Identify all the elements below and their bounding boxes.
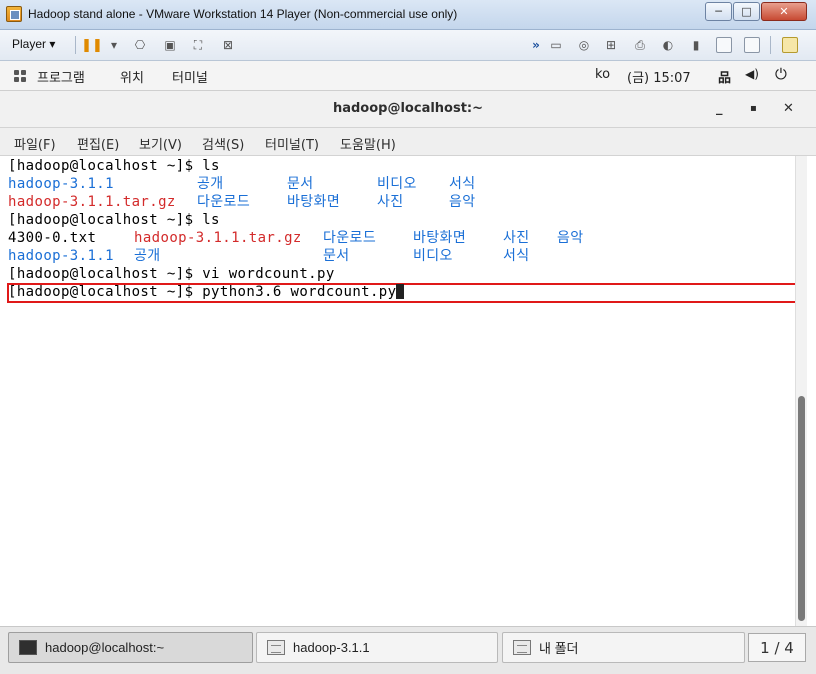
ls-output-entry: 공개 [197,176,224,192]
ls-output-entry: 4300-0.txt [8,230,97,246]
vmware-app-icon [6,6,22,22]
terminal-prompt-line: [hadoop@localhost ~]$ ls [8,157,220,175]
command-text: [hadoop@localhost ~]$ python3.6 wordcoun… [8,284,397,300]
ls-output-entry: 바탕화면 [287,194,341,210]
applications-icon [14,70,27,83]
terminal-app-menu[interactable]: 터미널 [172,67,208,86]
snapshot-icon[interactable]: ▣ [162,37,178,53]
terminal-prompt-line: [hadoop@localhost ~]$ ls [8,211,220,229]
terminal-maximize-button[interactable]: ▪ [750,103,757,114]
player-menu-button[interactable]: Player ▾ [12,37,55,51]
window-title: Hadoop stand alone - VMware Workstation … [28,7,458,21]
taskbar-item-label: hadoop-3.1.1 [293,640,370,655]
power-icon[interactable]: ⏻ [775,65,787,83]
taskbar-item-folder-hadoop[interactable]: hadoop-3.1.1 [256,632,498,663]
ls-output-entry: 서식 [449,176,476,192]
display-icon-2[interactable] [744,37,760,53]
maximize-button[interactable]: □ [733,2,760,21]
printer-icon[interactable]: ⎙ [632,37,648,53]
notes-icon[interactable] [782,37,798,53]
command-text: [hadoop@localhost ~]$ vi wordcount.py [8,266,335,282]
pause-icon[interactable]: ❚❚ [81,37,103,53]
ls-output-entry: 음악 [557,230,584,246]
terminal-prompt-line: [hadoop@localhost ~]$ vi wordcount.py [8,265,335,283]
menu-help[interactable]: 도움말(H) [340,134,396,153]
terminal-icon [19,640,37,655]
taskbar-item-terminal[interactable]: hadoop@localhost:~ [8,632,253,663]
fullscreen-icon[interactable]: ⛶ [190,37,206,53]
scrollbar-thumb[interactable] [798,396,805,621]
clock[interactable]: (금) 15:07 [627,67,691,86]
toolbar-separator [75,36,76,54]
places-menu[interactable]: 위치 [120,67,144,86]
volume-icon[interactable]: ◀) [745,67,759,81]
display-icon[interactable] [716,37,732,53]
vmware-toolbar: Player ▾ ❚❚ ▾ ⎔ ▣ ⛶ ⊠ » ▭ ◎ ⊞ ⎙ ◐ ▮ [0,30,816,61]
terminal-title: hadoop@localhost:~ [332,101,484,116]
terminal-menu-bar: 파일(F) 편집(E) 보기(V) 검색(S) 터미널(T) 도움말(H) [0,128,816,156]
hard-disk-icon[interactable]: ▭ [548,37,564,53]
vmware-title-bar: Hadoop stand alone - VMware Workstation … [0,0,816,30]
ls-output-entry: 비디오 [377,176,417,192]
terminal-minimize-button[interactable]: _ [716,101,723,116]
pause-dropdown-icon[interactable]: ▾ [106,37,122,53]
ls-output-entry: 사진 [377,194,404,210]
toolbar-separator [770,36,771,54]
ls-output-entry: 서식 [503,248,530,264]
command-text: [hadoop@localhost ~]$ ls [8,212,220,228]
unity-icon[interactable]: ⊠ [220,37,236,53]
close-button[interactable]: ✕ [761,2,807,21]
taskbar-item-label: 내 폴더 [539,641,579,656]
ls-output-entry: 사진 [503,230,530,246]
ls-output-entry: 바탕화면 [413,230,467,246]
cd-icon[interactable]: ◎ [576,37,592,53]
terminal-close-button[interactable]: ✕ [783,101,794,116]
ls-output-entry: 문서 [323,248,350,264]
file-manager-icon [267,640,285,655]
text-cursor [396,284,405,299]
ls-output-entry: 다운로드 [323,230,377,246]
network-icon[interactable]: ⊞ [603,37,619,53]
more-devices-icon[interactable]: » [528,37,544,53]
send-ctrl-alt-del-icon[interactable]: ⎔ [132,37,148,53]
menu-terminal[interactable]: 터미널(T) [265,134,319,153]
command-text: [hadoop@localhost ~]$ ls [8,158,220,174]
menu-search[interactable]: 검색(S) [202,134,244,153]
ls-output-entry: 문서 [287,176,314,192]
menu-file[interactable]: 파일(F) [14,134,56,153]
terminal-header-bar: hadoop@localhost:~ _ ▪ ✕ [0,91,816,128]
menu-edit[interactable]: 편집(E) [77,134,119,153]
ls-output-entry: 비디오 [413,248,453,264]
ls-output-entry: 다운로드 [197,194,251,210]
file-manager-icon [513,640,531,655]
gnome-top-bar: 프로그램 위치 터미널 ko (금) 15:07 品 ◀) ⏻ [0,61,816,91]
ls-output-entry: hadoop-3.1.1 [8,248,114,264]
ls-output-entry: 공개 [134,248,161,264]
terminal-output[interactable]: [hadoop@localhost ~]$ ls hadoop-3.1.1 공개 문서… [3,156,802,626]
workspace-pager[interactable]: 1 / 4 [748,633,806,662]
ls-output-entry: hadoop-3.1.1.tar.gz [134,230,302,246]
minimize-button[interactable]: ─ [705,2,732,21]
usb-icon[interactable]: ▮ [688,37,704,53]
bottom-taskbar: hadoop@localhost:~ hadoop-3.1.1 내 폴더 1 /… [0,626,816,674]
menu-view[interactable]: 보기(V) [139,134,182,153]
terminal-prompt-line: [hadoop@localhost ~]$ python3.6 wordcoun… [8,283,405,301]
taskbar-item-home-folder[interactable]: 내 폴더 [502,632,745,663]
network-status-icon[interactable]: 品 [718,67,731,86]
ls-output-entry: hadoop-3.1.1.tar.gz [8,194,176,210]
terminal-scrollbar[interactable] [795,156,807,626]
taskbar-item-label: hadoop@localhost:~ [45,640,165,655]
input-language-indicator[interactable]: ko [595,67,610,82]
applications-menu[interactable]: 프로그램 [37,67,85,86]
ls-output-entry: 음악 [449,194,476,210]
ls-output-entry: hadoop-3.1.1 [8,176,114,192]
sound-icon[interactable]: ◐ [660,37,676,53]
